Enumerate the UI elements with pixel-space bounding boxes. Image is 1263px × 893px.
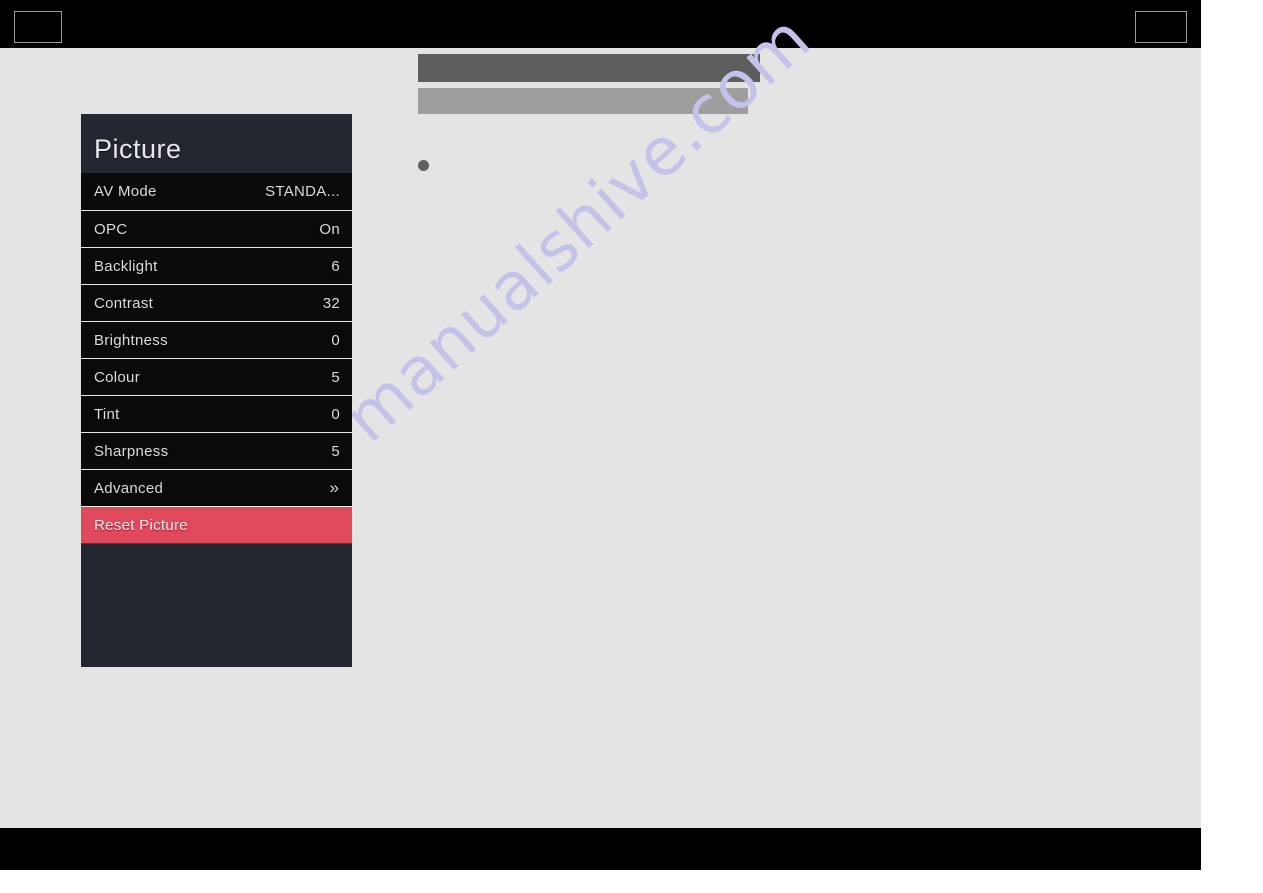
settings-row-colour[interactable]: Colour 5 — [81, 358, 352, 395]
settings-row-contrast[interactable]: Contrast 32 — [81, 284, 352, 321]
settings-row-label: Sharpness — [94, 442, 169, 460]
settings-row-value: 0 — [331, 331, 340, 349]
settings-row-value: 5 — [331, 368, 340, 386]
top-left-placeholder-box — [14, 11, 62, 43]
top-black-band — [0, 0, 1201, 48]
document-page: manualshive.com Picture AV Mode STANDA..… — [0, 0, 1201, 870]
settings-row-advanced[interactable]: Advanced » — [81, 469, 352, 506]
settings-row-sharpness[interactable]: Sharpness 5 — [81, 432, 352, 469]
settings-list: AV Mode STANDA... OPC On Backlight 6 Con… — [81, 173, 352, 543]
top-right-placeholder-box — [1135, 11, 1187, 43]
settings-row-brightness[interactable]: Brightness 0 — [81, 321, 352, 358]
settings-row-backlight[interactable]: Backlight 6 — [81, 247, 352, 284]
settings-row-av-mode[interactable]: AV Mode STANDA... — [81, 173, 352, 210]
settings-row-label: Brightness — [94, 331, 168, 349]
panel-empty-area — [81, 543, 352, 667]
settings-row-label: Backlight — [94, 257, 158, 275]
settings-row-value: 0 — [331, 405, 340, 423]
settings-row-label: Tint — [94, 405, 120, 423]
double-chevron-right-icon: » — [329, 478, 340, 497]
picture-settings-panel: Picture AV Mode STANDA... OPC On Backlig… — [81, 114, 352, 667]
settings-row-value: 5 — [331, 442, 340, 460]
page-title: Picture — [94, 134, 182, 164]
settings-row-label: Colour — [94, 368, 140, 386]
panel-header: Picture — [81, 114, 352, 173]
settings-row-label: AV Mode — [94, 183, 157, 200]
settings-row-label: Advanced — [94, 479, 164, 497]
settings-row-value: On — [319, 220, 340, 238]
bullet-point-icon — [418, 160, 429, 171]
settings-row-value: 6 — [331, 257, 340, 275]
settings-row-value: 32 — [322, 294, 340, 312]
settings-row-reset-picture[interactable]: Reset Picture — [81, 506, 352, 543]
redacted-heading-bar — [418, 54, 760, 82]
settings-row-label: Reset Picture — [94, 516, 188, 534]
settings-row-value: STANDA... — [265, 183, 340, 200]
settings-row-opc[interactable]: OPC On — [81, 210, 352, 247]
settings-row-label: Contrast — [94, 294, 154, 312]
bottom-black-band — [0, 828, 1201, 870]
settings-row-label: OPC — [94, 220, 128, 238]
settings-row-tint[interactable]: Tint 0 — [81, 395, 352, 432]
redacted-subheading-bar — [418, 88, 748, 114]
